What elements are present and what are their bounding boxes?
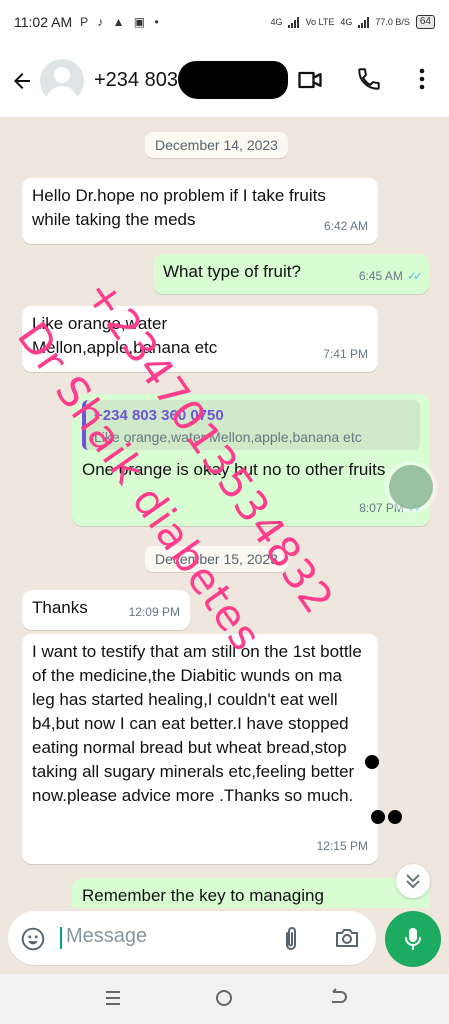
- avatar[interactable]: [40, 58, 84, 103]
- home-icon[interactable]: [214, 988, 234, 1013]
- message-input-box[interactable]: Message: [8, 911, 376, 965]
- more-vert-icon[interactable]: [412, 66, 432, 97]
- signal-icon-2: [358, 16, 370, 28]
- battery-icon: 64: [415, 15, 435, 29]
- network-label-2: 4G: [340, 17, 353, 27]
- message-incoming[interactable]: Thanks 12:09 PM: [22, 590, 190, 630]
- network-label-1: 4G: [270, 17, 283, 27]
- double-chevron-down-icon: [406, 874, 420, 889]
- read-ticks-icon: ✓✓: [406, 269, 423, 283]
- message-time: 6:45 AM: [358, 269, 403, 283]
- back-nav-icon[interactable]: [327, 988, 347, 1013]
- back-arrow-icon[interactable]: [10, 69, 34, 93]
- message-incoming[interactable]: I want to testify that am still on the 1…: [22, 634, 378, 864]
- status-right: 4G Vo LTE 4G 77.0 B/S 64: [270, 15, 435, 29]
- message-input[interactable]: Message: [66, 925, 147, 948]
- message-text: Like orange,water Mellon,apple,banana et…: [32, 314, 218, 357]
- message-time: 12:15 PM: [316, 839, 368, 853]
- quoted-text: Like orange,water Mellon,apple,banana et…: [94, 429, 362, 445]
- marker-dot: [365, 755, 379, 769]
- marker-dot: [371, 810, 385, 824]
- signal-icon: [288, 16, 300, 28]
- message-incoming[interactable]: Hello Dr.hope no problem if I take fruit…: [22, 178, 378, 244]
- mic-icon: [405, 928, 421, 950]
- contact-name[interactable]: +234 803: [94, 61, 288, 99]
- scroll-down-button[interactable]: [396, 864, 430, 898]
- text-cursor: [60, 927, 62, 949]
- message-time: 7:41 PM: [323, 347, 368, 361]
- chat-header: +234 803: [0, 44, 449, 118]
- video-call-icon[interactable]: [296, 66, 324, 99]
- emoji-icon[interactable]: [20, 926, 46, 957]
- message-time: 12:09 PM: [128, 605, 180, 619]
- message-text: Hello Dr.hope no problem if I take fruit…: [32, 186, 326, 229]
- message-time: 6:42 AM: [323, 219, 368, 233]
- status-bar: 11:02 AM P ♪ ▲ ▣ • 4G Vo LTE 4G 77.0 B/S…: [0, 0, 449, 44]
- recents-icon[interactable]: [104, 988, 122, 1013]
- chat-area[interactable]: December 14, 2023 Hello Dr.hope no probl…: [0, 118, 449, 908]
- camera-icon[interactable]: [334, 926, 360, 955]
- notification-icons: P ♪ ▲ ▣ •: [80, 15, 162, 29]
- marker-dot: [388, 810, 402, 824]
- composer: Message: [0, 908, 449, 974]
- redaction-blot: [178, 61, 288, 99]
- net-speed: 77.0 B/S: [375, 17, 410, 27]
- date-divider: December 14, 2023: [145, 132, 288, 158]
- mic-button[interactable]: [385, 911, 441, 967]
- phone-icon[interactable]: [356, 66, 382, 97]
- volte-label: Vo LTE: [305, 17, 335, 27]
- message-text: Remember the key to managing: [82, 886, 324, 905]
- message-text: I want to testify that am still on the 1…: [32, 642, 362, 805]
- floating-bubble[interactable]: [389, 465, 433, 509]
- system-nav-bar: [0, 974, 449, 1024]
- status-time: 11:02 AM: [14, 14, 73, 30]
- attach-icon[interactable]: [279, 925, 303, 958]
- quoted-sender: +234 803 360 0750: [94, 407, 224, 424]
- message-outgoing[interactable]: Remember the key to managing: [72, 878, 430, 908]
- message-outgoing[interactable]: What type of fruit? 6:45 AM ✓✓: [153, 254, 429, 294]
